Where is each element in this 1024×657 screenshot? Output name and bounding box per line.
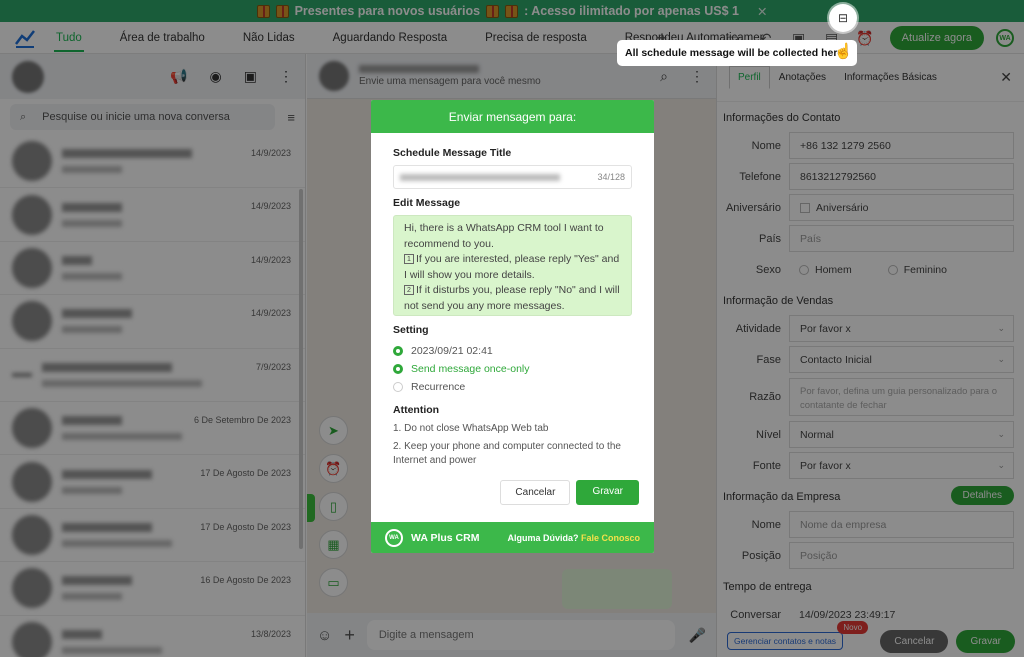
guide-tooltip: All schedule message will be collected h… [617,40,857,66]
setting-label: Setting [393,324,429,336]
message-line-1: Hi, there is a WhatsApp CRM tool I want … [404,222,604,250]
tooltip-text: All schedule message will be collected h… [625,47,844,59]
message-line-3: If it disturbs you, please reply "No" an… [404,284,620,312]
help-question: Alguma Dúvida? [507,532,579,543]
help-text: Alguma Dúvida? Fale Conosco [507,533,640,543]
cancel-button[interactable]: Cancelar [500,480,571,505]
pointer-hand-icon: ☝ [834,43,853,60]
attention-item-2: 2. Keep your phone and computer connecte… [393,441,621,466]
schedule-title-label: Schedule Message Title [393,147,512,159]
once-only-label: Send message once-only [411,363,530,375]
recurrence-label: Recurrence [411,381,466,393]
radio-recurrence[interactable]: Recurrence [393,378,632,396]
modal-backdrop-top [0,0,1024,54]
char-counter: 34/128 [597,172,625,182]
brand-name: WA Plus CRM [411,531,480,544]
attention-item-1: 1. Do not close WhatsApp Web tab [393,423,549,434]
attention-label: Attention [393,404,440,416]
datetime-picker[interactable]: 2023/09/21 02:41 [393,342,632,360]
schedule-title-value [400,173,560,181]
contact-us-link[interactable]: Fale Conosco [581,533,640,543]
radio-empty-icon [393,382,403,392]
dialog-footer: WA WA Plus CRM Alguma Dúvida? Fale Conos… [371,522,654,553]
datetime-value: 2023/09/21 02:41 [411,345,493,357]
schedule-title-input[interactable]: 34/128 [393,165,632,189]
clock-icon [393,346,403,356]
radio-once-only[interactable]: Send message once-only [393,360,632,378]
message-textarea[interactable]: Hi, there is a WhatsApp CRM tool I want … [393,215,632,316]
keycap-2-icon: 2 [404,285,414,295]
keycap-1-icon: 1 [404,254,414,264]
schedule-message-dialog: Enviar mensagem para: Schedule Message T… [371,100,654,553]
wa-plus-logo-icon: WA [385,528,403,547]
edit-message-label: Edit Message [393,197,461,209]
save-button[interactable]: Gravar [576,480,639,505]
radio-selected-icon [393,364,403,374]
message-line-2: If you are interested, please reply "Yes… [404,253,620,281]
dialog-title: Enviar mensagem para: [371,100,654,133]
scheduled-messages-icon[interactable]: ⊟ [829,4,857,32]
